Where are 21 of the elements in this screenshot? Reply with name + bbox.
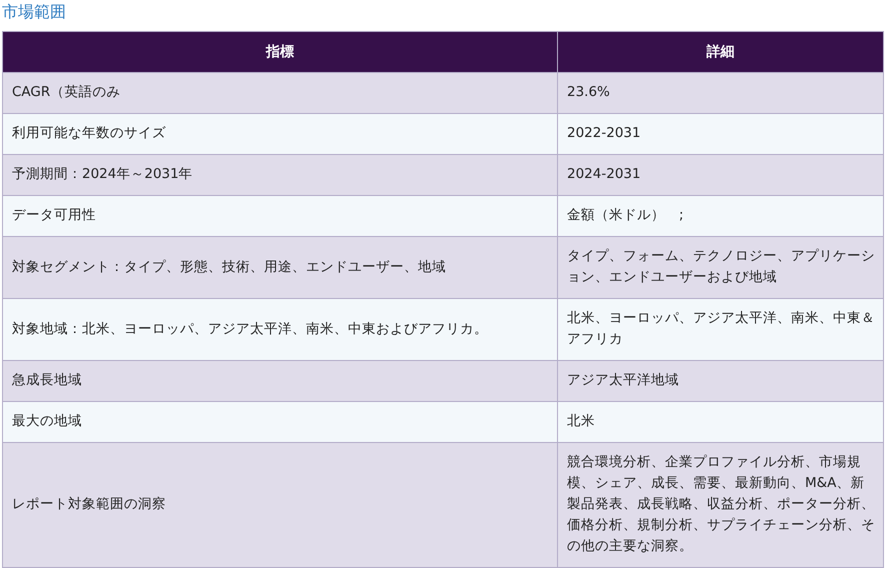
- table-cell: 対象地域：北米、ヨーロッパ、アジア太平洋、南米、中東およびアフリカ。: [2, 298, 558, 360]
- table-cell: 対象セグメント：タイプ、形態、技術、用途、エンドユーザー、地域: [2, 236, 558, 298]
- table-cell: 2022-2031: [558, 114, 884, 154]
- section-title: 市場範囲: [2, 2, 67, 22]
- table-cell: 予測期間：2024年～2031年: [2, 154, 558, 196]
- table-cell: 利用可能な年数のサイズ: [2, 114, 558, 154]
- table-cell: 競合環境分析、企業プロファイル分析、市場規模、シェア、成長、需要、最新動向、M&A、新製品発表、成長戦略、収益分析、ポーター分析、価格分析、規制分析、サプライチェーン分析、その他の主要な洞察。: [558, 442, 884, 568]
- table-cell: タイプ、フォーム、テクノロジー、アプリケーション、エンドユーザーおよび地域: [558, 236, 884, 298]
- table-cell: データ可用性: [2, 196, 558, 236]
- table-cell: 急成長地域: [2, 360, 558, 402]
- table-cell: アジア太平洋地域: [558, 360, 884, 402]
- column-header: 指標: [2, 32, 558, 72]
- table-cell: 最大の地域: [2, 402, 558, 442]
- table-cell: 北米: [558, 402, 884, 442]
- table-cell: 2024-2031: [558, 154, 884, 196]
- table-cell: 23.6%: [558, 72, 884, 114]
- table-cell: CAGR（英語のみ: [2, 72, 558, 114]
- table-cell: 金額（米ドル） ;: [558, 196, 884, 236]
- table-cell: レポート対象範囲の洞察: [2, 442, 558, 568]
- column-header: 詳細: [558, 32, 884, 72]
- table-cell: 北米、ヨーロッパ、アジア太平洋、南米、中東＆アフリカ: [558, 298, 884, 360]
